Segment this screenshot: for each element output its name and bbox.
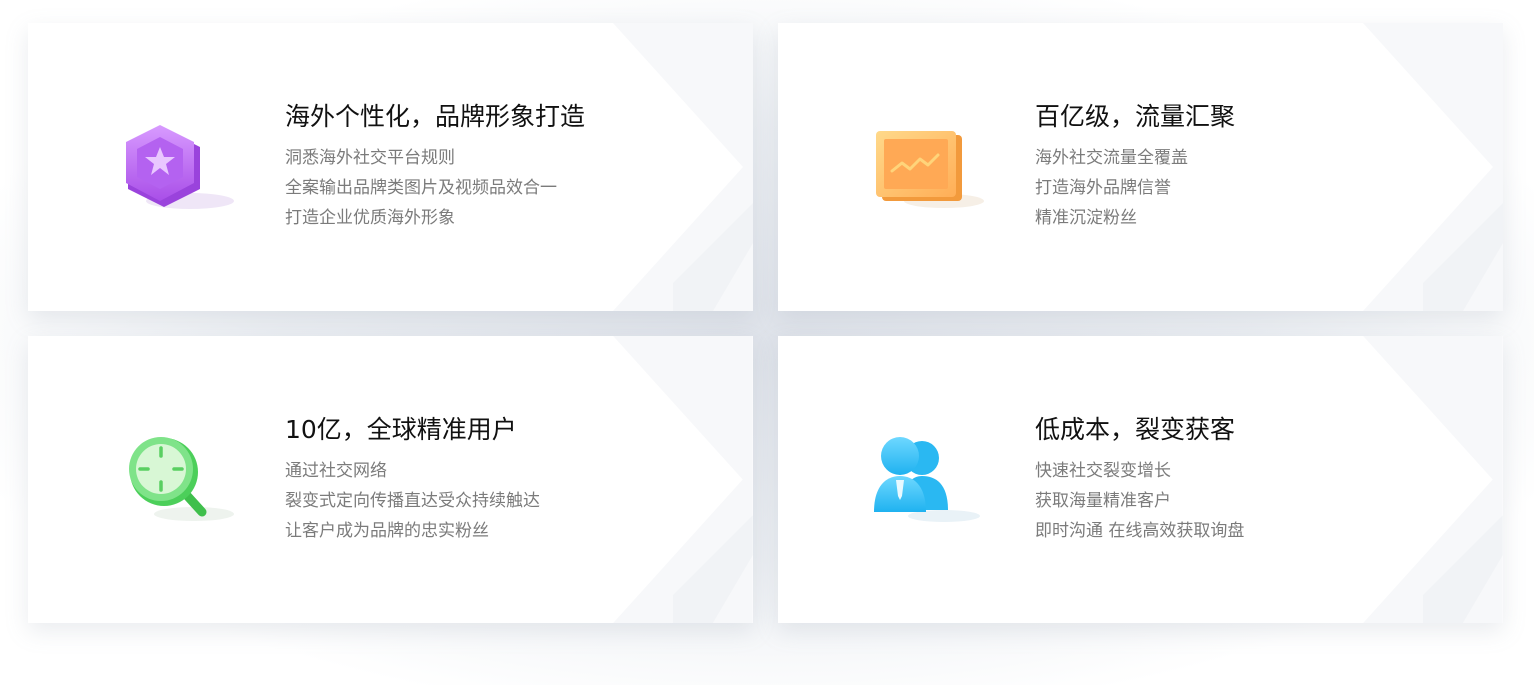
target-search-icon [120,432,236,528]
feature-line: 洞悉海外社交平台规则 [285,148,455,168]
feature-text: 低成本，裂变获客 快速社交裂变增长 获取海量精准客户 即时沟通 在线高效获取询盘 [1035,412,1244,546]
feature-line: 打造海外品牌信誉 [1035,178,1171,198]
chevron-decoration [1363,336,1503,623]
feature-card-low-cost: 低成本，裂变获客 快速社交裂变增长 获取海量精准客户 即时沟通 在线高效获取询盘 [778,336,1503,623]
feature-grid: 海外个性化，品牌形象打造 洞悉海外社交平台规则 全案输出品牌类图片及视频品效合一… [28,23,1503,623]
feature-line: 裂变式定向传播直达受众持续触达 [285,491,540,511]
star-badge-icon [120,119,236,215]
feature-line: 获取海量精准客户 [1035,491,1171,511]
feature-title: 低成本，裂变获客 [1035,415,1236,444]
chevron-decoration [613,23,753,311]
feature-text: 10亿，全球精准用户 通过社交网络 裂变式定向传播直达受众持续触达 让客户成为品… [285,412,540,546]
feature-card-traffic: 百亿级，流量汇聚 海外社交流量全覆盖 打造海外品牌信誉 精准沉淀粉丝 [778,23,1503,311]
chevron-decoration [1363,23,1503,311]
feature-line: 全案输出品牌类图片及视频品效合一 [285,178,557,198]
feature-line: 精准沉淀粉丝 [1035,208,1137,228]
feature-title: 10亿，全球精准用户 [285,415,517,444]
feature-title: 海外个性化，品牌形象打造 [285,102,586,131]
feature-text: 百亿级，流量汇聚 海外社交流量全覆盖 打造海外品牌信誉 精准沉淀粉丝 [1035,99,1235,233]
chevron-decoration [613,336,753,623]
feature-title: 百亿级，流量汇聚 [1035,102,1236,131]
feature-line: 海外社交流量全覆盖 [1035,148,1188,168]
feature-line: 即时沟通 在线高效获取询盘 [1035,521,1245,541]
feature-section: 海外个性化，品牌形象打造 洞悉海外社交平台规则 全案输出品牌类图片及视频品效合一… [0,0,1534,685]
feature-line: 打造企业优质海外形象 [285,208,455,228]
feature-card-global-users: 10亿，全球精准用户 通过社交网络 裂变式定向传播直达受众持续触达 让客户成为品… [28,336,753,623]
feature-line: 让客户成为品牌的忠实粉丝 [285,521,489,541]
feature-line: 快速社交裂变增长 [1035,461,1171,481]
feature-text: 海外个性化，品牌形象打造 洞悉海外社交平台规则 全案输出品牌类图片及视频品效合一… [285,99,585,233]
feature-card-brand-image: 海外个性化，品牌形象打造 洞悉海外社交平台规则 全案输出品牌类图片及视频品效合一… [28,23,753,311]
users-icon [870,432,986,528]
trend-board-icon [870,119,986,215]
feature-line: 通过社交网络 [285,461,387,481]
